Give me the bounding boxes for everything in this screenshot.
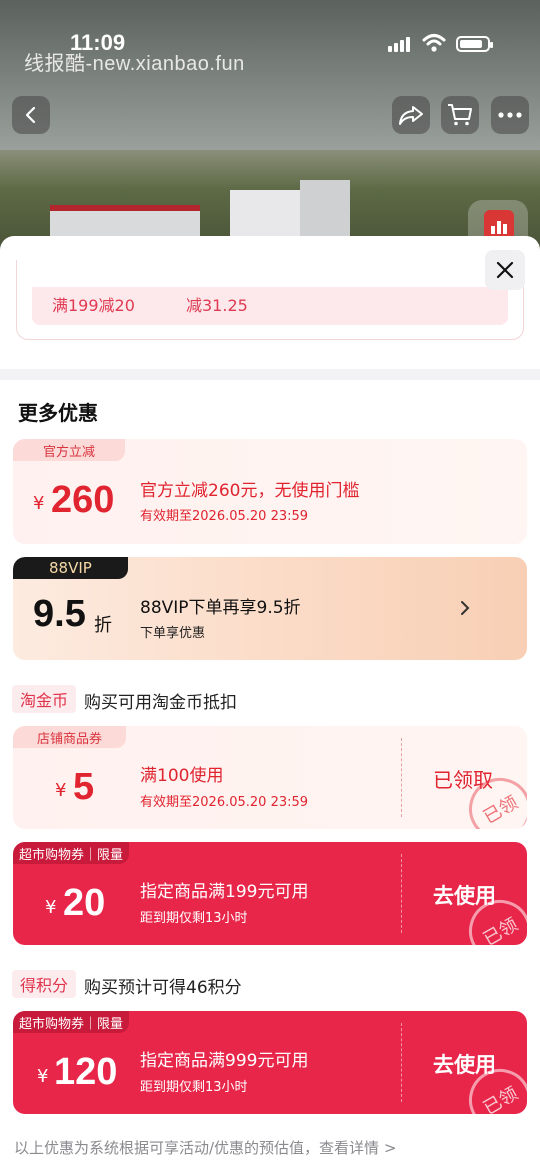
previous-card-right-text: 减31.25 [186,296,248,315]
coupon-divider [401,1023,402,1102]
footer-disclaimer-link[interactable]: 以上优惠为系统根据可享活动/优惠的预估值，查看详情 > [14,1137,396,1158]
more-icon [498,112,522,118]
official-validity: 有效期至2026.05.20 23:59 [140,509,309,524]
supermarket-tag-1: 超市购物券｜限量 [13,842,130,864]
points-label: 得积分 [12,970,77,998]
previous-card-left-text: 满199减20 [52,296,135,315]
signal-icon [388,36,414,52]
coupon-divider [401,854,402,933]
official-yen: ¥ [33,493,45,514]
supermarket-subtitle-1: 距到期仅剩13小时 [140,911,248,926]
supermarket-coupon-card-1[interactable]: 超市购物券｜限量 ¥ 20 指定商品满199元可用 距到期仅剩13小时 去使用 … [13,842,527,945]
share-button[interactable] [392,96,430,134]
taojinbi-text: 购买可用淘金币抵扣 [84,693,237,713]
close-button[interactable] [485,250,525,290]
points-text: 购买预计可得46积分 [84,978,242,998]
coupon-divider [401,738,402,817]
official-title: 官方立减260元，无使用门槛 [140,481,360,501]
official-tag: 官方立减 [13,439,126,461]
vip-tag: 88VIP [13,557,128,579]
vip-card[interactable]: 88VIP 9.5 折 88VIP下单再享9.5折 下单享优惠 [13,557,527,660]
supermarket-yen-2: ¥ [37,1066,49,1087]
shop-coupon-yen: ¥ [55,780,67,801]
shop-coupon-card[interactable]: 店铺商品券 ¥ 5 满100使用 有效期至2026.05.20 23:59 已领… [13,726,527,829]
supermarket-coupon-card-2[interactable]: 超市购物券｜限量 ¥ 120 指定商品满999元可用 距到期仅剩13小时 去使用… [13,1011,527,1114]
supermarket-subtitle-2: 距到期仅剩13小时 [140,1080,248,1095]
section-divider [0,369,540,380]
vip-discount: 9.5 [33,593,86,635]
back-button[interactable] [12,96,50,134]
supermarket-title-1: 指定商品满199元可用 [140,882,309,902]
section-title: 更多优惠 [18,401,98,425]
official-amount: 260 [51,479,115,521]
supermarket-amount-2: 120 [54,1051,118,1093]
supermarket-tag-2: 超市购物券｜限量 [13,1011,130,1033]
official-discount-card[interactable]: 官方立减 ¥ 260 官方立减260元，无使用门槛 有效期至2026.05.20… [13,439,527,544]
more-button[interactable] [491,96,529,134]
chevron-left-icon [25,106,36,124]
supermarket-amount-1: 20 [63,882,106,924]
watermark: 线报酷-new.xianbao.fun [24,53,245,75]
battery-icon [456,36,493,52]
taojinbi-label: 淘金币 [12,685,77,713]
shop-coupon-tag: 店铺商品券 [13,726,127,748]
wifi-icon [422,34,446,52]
vip-discount-unit: 折 [94,615,112,636]
vip-subtitle: 下单享优惠 [140,626,206,641]
close-icon [496,261,514,279]
cart-icon [448,104,472,126]
shop-coupon-amount: 5 [73,766,95,808]
share-icon [399,106,423,125]
vip-title: 88VIP下单再享9.5折 [140,598,301,618]
shop-coupon-title: 满100使用 [140,766,224,786]
chevron-right-icon [461,601,470,615]
shop-coupon-validity: 有效期至2026.05.20 23:59 [140,795,309,810]
supermarket-yen-1: ¥ [45,897,57,918]
cart-button[interactable] [441,96,479,134]
supermarket-title-2: 指定商品满999元可用 [140,1051,309,1071]
